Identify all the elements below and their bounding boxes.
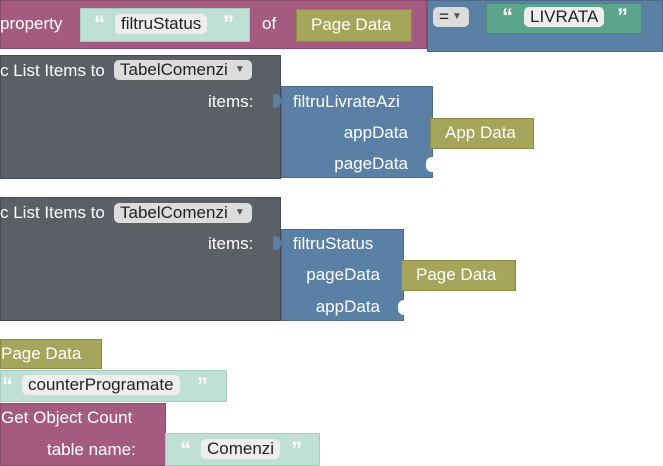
property-label: property (0, 14, 63, 33)
component-dropdown[interactable]: TabelComenzi ▼ (114, 60, 252, 80)
page-data-label: Page Data (1, 344, 82, 363)
get-count-label: Get Object Count (1, 408, 133, 427)
procedure-name: filtruLivrateAzi (293, 92, 400, 111)
dropdown-arrow-icon: ▼ (234, 64, 245, 75)
property-name-field[interactable]: filtruStatus (115, 14, 208, 34)
table-name-field[interactable]: Comenzi (201, 439, 281, 459)
operator-dropdown[interactable]: = ▼ (433, 7, 469, 27)
input-socket[interactable] (398, 300, 405, 315)
param-label: pageData (306, 265, 380, 284)
close-quote-icon: ” (617, 4, 628, 29)
set-list-label: c List Items to (0, 203, 105, 222)
procedure-name: filtruStatus (293, 234, 374, 253)
open-quote-icon: “ (2, 373, 13, 398)
items-label: items: (208, 92, 254, 111)
component-value: TabelComenzi (120, 60, 228, 79)
close-quote-icon: ” (291, 437, 302, 462)
page-data-source-label: Page Data (311, 15, 392, 34)
of-label: of (262, 14, 277, 33)
open-quote-icon: “ (180, 437, 191, 462)
param-label: appData (343, 123, 408, 142)
dropdown-arrow-icon: ▼ (452, 11, 462, 22)
dropdown-arrow-icon: ▼ (234, 207, 245, 218)
counter-string-field[interactable]: counterProgramate (22, 375, 180, 395)
page-data-label: Page Data (416, 265, 497, 284)
open-quote-icon: “ (502, 4, 513, 29)
component-value: TabelComenzi (120, 203, 228, 222)
close-quote-icon: ” (197, 373, 208, 398)
open-quote-icon: “ (94, 11, 105, 36)
table-name-label: table name: (47, 440, 136, 459)
set-list-label: c List Items to (0, 61, 105, 80)
app-data-label: App Data (445, 123, 516, 142)
close-quote-icon: ” (223, 11, 234, 36)
param-label: appData (315, 297, 380, 316)
items-label: items: (208, 234, 254, 253)
operator-value: = (439, 7, 449, 26)
compare-value-field[interactable]: LIVRATA (524, 7, 605, 27)
component-dropdown[interactable]: TabelComenzi ▼ (114, 203, 252, 223)
input-socket[interactable] (426, 157, 433, 172)
param-label: pageData (334, 154, 408, 173)
